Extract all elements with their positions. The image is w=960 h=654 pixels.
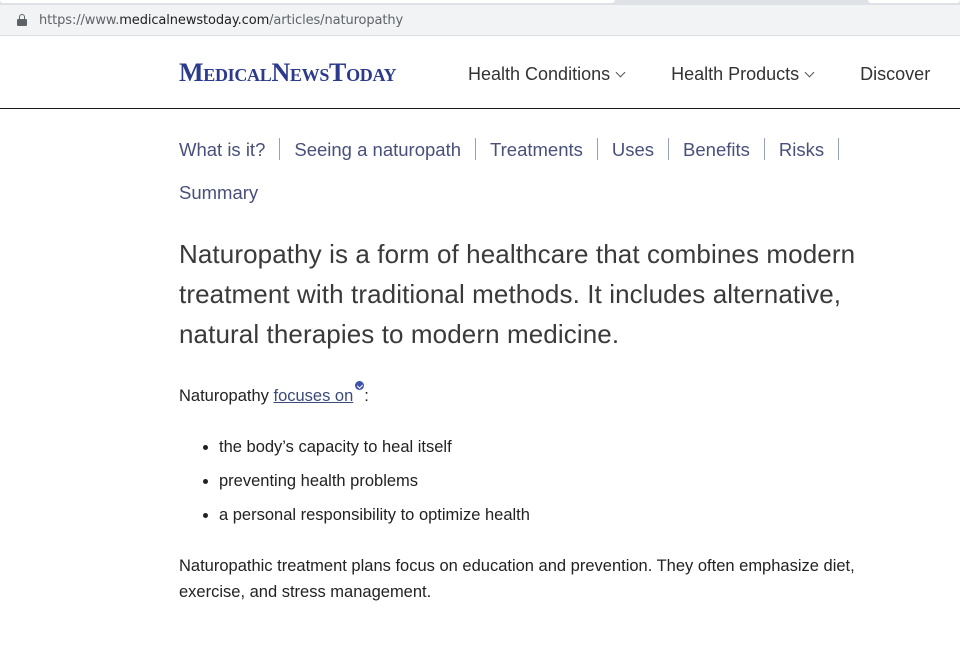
toc-separator [279,138,281,160]
nav-health-products[interactable]: Health Products [671,64,815,85]
address-bar[interactable]: https://www.medicalnewstoday.com/article… [0,5,960,35]
focuses-on-link[interactable]: focuses on [273,387,353,405]
url-text[interactable]: https://www.medicalnewstoday.com/article… [39,13,403,28]
site-header: MedicalNewsToday Health Conditions Healt… [0,36,960,109]
chevron-down-icon [615,67,626,77]
article-lede: Naturopathy is a form of healthcare that… [179,239,856,349]
toc-link-what-is-it[interactable]: What is it? [179,139,265,160]
toc-separator [838,138,840,160]
toc-separator [668,138,670,160]
toc-link-summary[interactable]: Summary [179,182,258,203]
list-item: preventing health problems [203,467,530,501]
toc-link-uses[interactable]: Uses [612,139,654,160]
toc-link-risks[interactable]: Risks [779,139,824,160]
toc-link-seeing-a-naturopath[interactable]: Seeing a naturopath [294,139,461,160]
chevron-down-icon [804,67,815,77]
browser-tab[interactable] [0,0,615,3]
focus-list: the body’s capacity to heal itself preve… [203,433,530,535]
table-of-contents: What is it? Seeing a naturopath Treatments… [179,128,919,214]
closing-paragraph: Naturopathic treatment plans focus on ed… [179,557,855,601]
toc-separator [475,138,476,160]
nav-label: Health Products [671,64,800,84]
list-item: a personal responsibility to optimize he… [203,501,530,535]
main-nav: Health Conditions Health Products Discov… [468,64,960,85]
toc-link-benefits[interactable]: Benefits [683,139,750,160]
toc-separator [596,138,598,160]
focus-intro-text: Naturopathy [179,387,274,405]
toc-separator [763,138,765,160]
nav-label: Discover [860,64,931,84]
focus-suffix-text: : [364,387,369,405]
nav-health-conditions[interactable]: Health Conditions [468,64,626,85]
verified-check-icon[interactable] [355,381,365,390]
lock-icon[interactable] [17,14,27,26]
nav-label: Health Conditions [468,64,611,84]
list-item: the body’s capacity to heal itself [203,433,530,467]
nav-discover[interactable]: Discover [860,64,930,85]
focus-paragraph: Naturopathy focuses on: [179,381,369,409]
browser-tab[interactable] [868,0,960,3]
toc-link-treatments[interactable]: Treatments [490,139,583,160]
site-logo[interactable]: MedicalNewsToday [179,58,397,88]
